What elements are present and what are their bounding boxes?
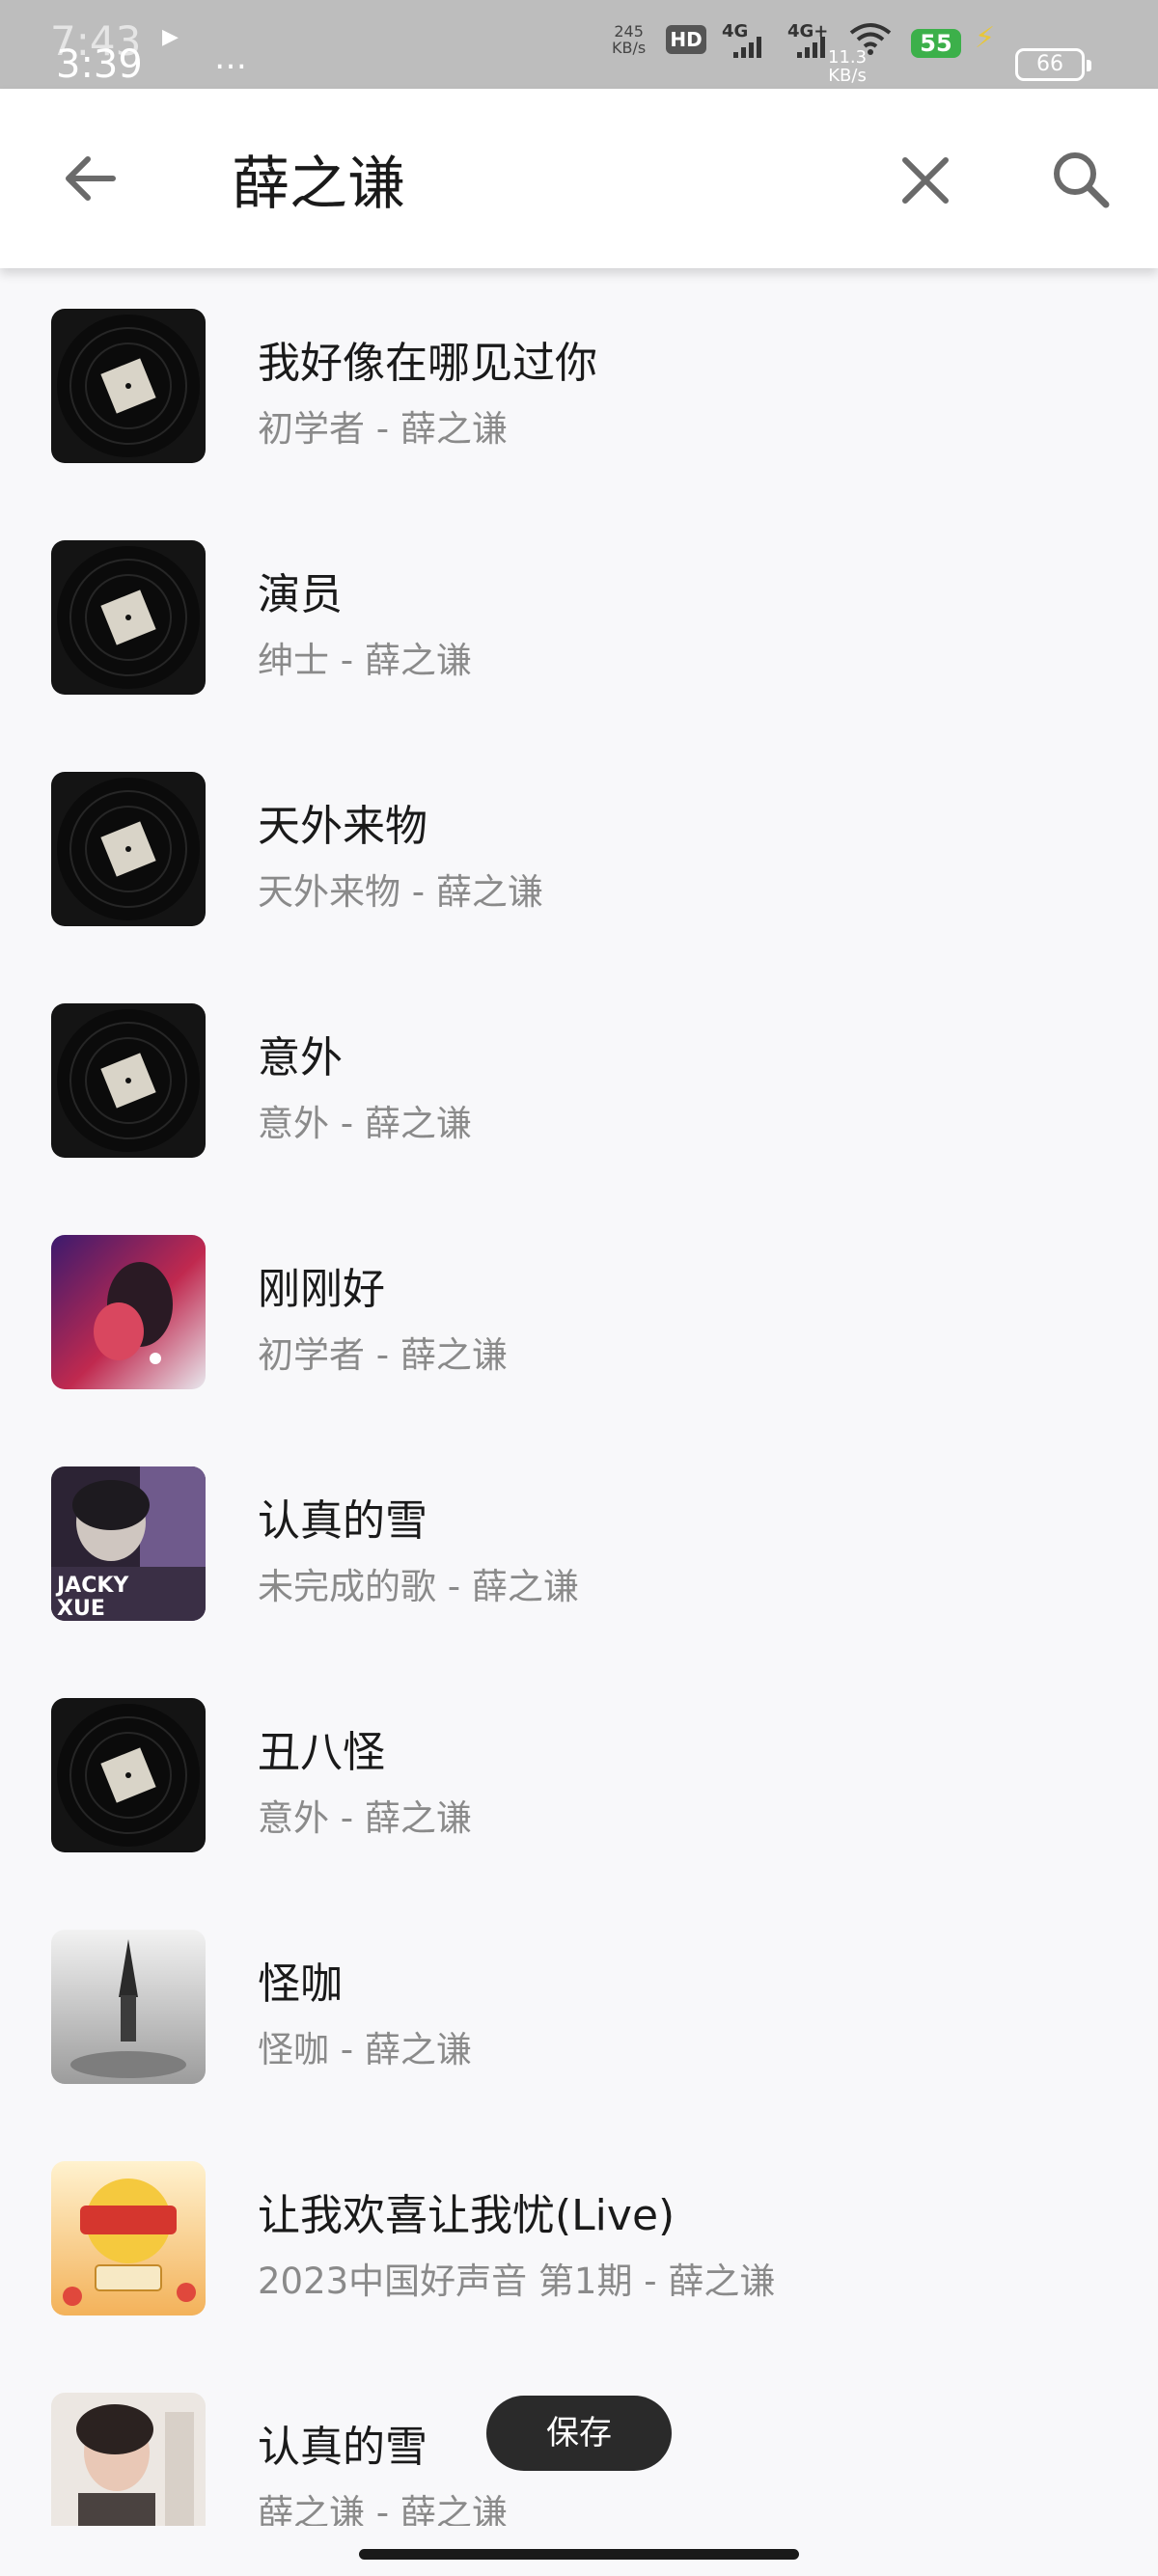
song-subtitle: 初学者 - 薛之谦 xyxy=(258,1334,508,1376)
list-item[interactable]: JACKY XUE 认真的雪 未完成的歌 - 薛之谦 xyxy=(0,1426,1158,1658)
hd-badge: HD xyxy=(666,25,706,54)
song-title: 认真的雪 xyxy=(258,1496,427,1546)
signal-icon xyxy=(797,37,825,58)
search-icon xyxy=(1054,152,1110,208)
album-cover xyxy=(51,2161,206,2316)
signal-badge: 55 xyxy=(911,29,961,58)
song-subtitle: 初学者 - 薛之谦 xyxy=(258,408,508,450)
album-cover xyxy=(51,1930,206,2084)
song-title: 刚刚好 xyxy=(258,1265,385,1314)
signal-icon xyxy=(733,37,761,58)
arrow-left-icon xyxy=(66,156,116,201)
song-subtitle: 薛之谦 - 薛之谦 xyxy=(258,2492,508,2526)
album-cover xyxy=(51,772,206,926)
song-subtitle: 意外 - 薛之谦 xyxy=(258,1797,472,1839)
song-title: 丑八怪 xyxy=(258,1728,385,1777)
gesture-nav-bar xyxy=(0,2526,1158,2576)
album-cover xyxy=(51,309,206,463)
song-title: 怪咖 xyxy=(258,1959,343,2009)
search-button[interactable] xyxy=(1042,141,1119,218)
search-header xyxy=(0,89,1158,268)
svg-text:XUE: XUE xyxy=(57,1597,105,1621)
search-input[interactable] xyxy=(232,135,849,222)
song-title: 演员 xyxy=(258,570,343,619)
play-indicator-icon: ▶ xyxy=(162,25,179,49)
song-title: 我好像在哪见过你 xyxy=(258,339,597,388)
song-subtitle: 天外来物 - 薛之谦 xyxy=(258,871,543,913)
song-subtitle: 2023中国好声音 第1期 - 薛之谦 xyxy=(258,2261,776,2302)
song-subtitle: 意外 - 薛之谦 xyxy=(258,1103,472,1144)
album-cover xyxy=(51,1698,206,1852)
album-cover xyxy=(51,540,206,695)
status-time: 3:39 xyxy=(56,42,143,87)
status-bar: 7:43 3:39 ▶ … 245 KB/s HD 4G 4G+ 11.3 KB… xyxy=(0,0,1158,89)
song-title: 认真的雪 xyxy=(258,2423,427,2472)
list-item[interactable]: 天外来物 天外来物 - 薛之谦 xyxy=(0,731,1158,963)
list-item[interactable]: 意外 意外 - 薛之谦 xyxy=(0,963,1158,1194)
svg-text:JACKY: JACKY xyxy=(55,1574,129,1598)
wifi-icon xyxy=(849,23,892,55)
list-item[interactable]: 我好像在哪见过你 初学者 - 薛之谦 xyxy=(0,268,1158,500)
data-rate: 245 KB/s xyxy=(612,22,647,57)
song-subtitle: 绅士 - 薛之谦 xyxy=(258,640,472,681)
list-item[interactable]: 演员 绅士 - 薛之谦 xyxy=(0,500,1158,731)
album-cover xyxy=(51,1235,206,1389)
song-subtitle: 未完成的歌 - 薛之谦 xyxy=(258,1566,579,1607)
song-subtitle: 怪咖 - 薛之谦 xyxy=(258,2029,472,2070)
song-title: 意外 xyxy=(258,1033,343,1082)
album-cover xyxy=(51,2393,206,2526)
song-title: 让我欢喜让我忧(Live) xyxy=(258,2191,676,2240)
list-item[interactable]: 刚刚好 初学者 - 薛之谦 xyxy=(0,1194,1158,1426)
list-item[interactable]: 怪咖 怪咖 - 薛之谦 xyxy=(0,1889,1158,2121)
list-item[interactable]: 丑八怪 意外 - 薛之谦 xyxy=(0,1658,1158,1889)
home-indicator[interactable] xyxy=(359,2549,799,2560)
album-cover: JACKY XUE xyxy=(51,1466,206,1621)
save-toast-button[interactable]: 保存 xyxy=(486,2396,672,2471)
album-cover xyxy=(51,1003,206,1158)
battery-indicator: 66 xyxy=(1015,48,1091,81)
list-item[interactable]: 让我欢喜让我忧(Live) 2023中国好声音 第1期 - 薛之谦 xyxy=(0,2121,1158,2352)
clear-search-button[interactable] xyxy=(888,143,963,218)
charging-icon: ⚡ xyxy=(975,21,996,55)
song-title: 天外来物 xyxy=(258,802,427,851)
search-results-list: 我好像在哪见过你 初学者 - 薛之谦 演员 绅士 - 薛之谦 天外来物 天外来物… xyxy=(0,268,1158,2526)
close-icon xyxy=(902,157,949,204)
more-notifications-icon: … xyxy=(214,39,249,77)
back-button[interactable] xyxy=(54,143,125,214)
